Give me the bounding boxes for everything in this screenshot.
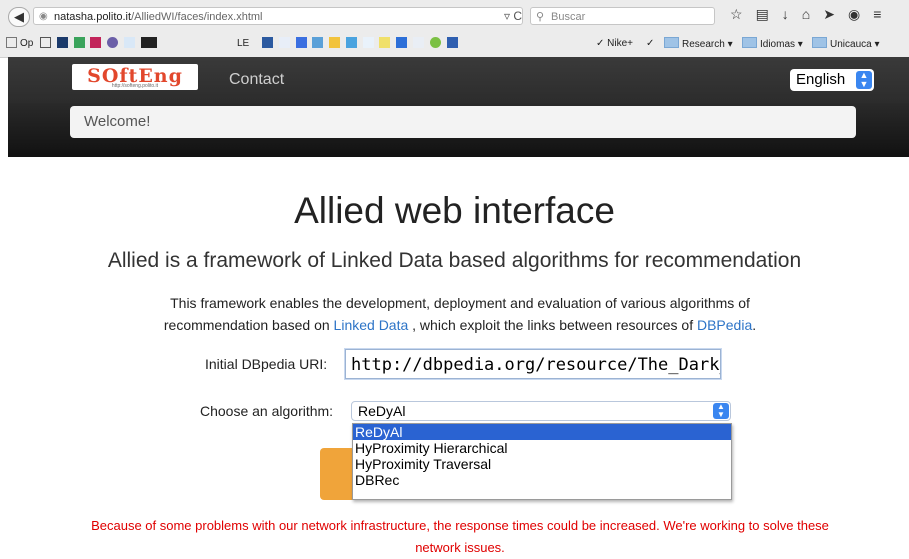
algorithm-option[interactable]: DBRec (353, 472, 731, 488)
language-value: English (796, 71, 846, 88)
welcome-bar: Welcome! (8, 103, 909, 157)
bookmark-icon[interactable] (56, 37, 68, 48)
bookmark-nike-2[interactable]: ✓ (646, 37, 654, 51)
folder-icon (664, 37, 679, 48)
welcome-message: Welcome! (70, 106, 856, 138)
algorithm-option[interactable]: HyProximity Traversal (353, 456, 731, 472)
linked-data-link[interactable]: Linked Data (334, 317, 409, 333)
send-icon[interactable]: ➤ (823, 6, 848, 22)
bookmark-icons-row-2 (262, 37, 461, 51)
language-select[interactable]: English ▲ ▼ (790, 69, 874, 91)
url-host: natasha.polito.it (54, 11, 132, 23)
bookmark-label: Research ▾ (682, 39, 733, 50)
search-icon: ⚲ (536, 11, 545, 23)
browser-toolbar-icons: ☆▤↓⌂➤◉≡ (730, 6, 894, 23)
bookmark-icon[interactable] (278, 37, 290, 48)
bookmark-folder-idiomas[interactable]: Idiomas ▾ (742, 37, 803, 51)
download-icon[interactable]: ↓ (782, 6, 802, 22)
bookmark-icon[interactable] (312, 37, 324, 48)
bookmark-nike[interactable]: ✓ Nike+ (596, 37, 633, 51)
chevron-updown-icon: ▲ ▼ (856, 71, 872, 89)
top-navbar: SOftEng http://softeng.polito.it Contact… (8, 57, 909, 103)
page-icon (6, 37, 17, 48)
bookmark-le[interactable]: LE (237, 37, 249, 51)
bookmarks-bar: Op LE ✓ Nike+ ✓ Research ▾ Idiomas ▾ Uni… (0, 30, 909, 58)
bookmark-icon[interactable] (329, 37, 341, 48)
desc-text: . (752, 317, 757, 333)
softeng-logo[interactable]: SOftEng http://softeng.polito.it (72, 64, 198, 90)
algorithm-selected-value: ReDyAl (358, 403, 406, 419)
bookmark-icon[interactable] (107, 37, 119, 48)
back-button[interactable]: ◀ (8, 7, 30, 27)
algorithm-dropdown-list: ReDyAl HyProximity Hierarchical HyProxim… (352, 423, 732, 500)
bookmark-label: Nike+ (607, 38, 634, 49)
menu-icon[interactable]: ≡ (873, 6, 894, 22)
chevron-updown-icon: ▲ ▼ (713, 403, 729, 419)
bookmark-label: Op (20, 38, 34, 49)
bookmark-icon[interactable] (262, 37, 273, 48)
browser-toolbar: ◀ ◉ natasha.polito.it/AlliedWI/faces/ind… (0, 0, 909, 30)
bookmark-icon[interactable] (123, 37, 135, 48)
algorithm-label: Choose an algorithm: (200, 403, 334, 419)
bookmark-icon[interactable] (90, 37, 102, 48)
bookmark-label: Idiomas ▾ (760, 39, 803, 50)
bbc-icon[interactable] (140, 37, 157, 48)
description: This framework enables the development, … (120, 292, 800, 336)
folder-icon (812, 37, 827, 48)
browser-search-placeholder: Buscar (551, 11, 586, 23)
home-icon[interactable]: ⌂ (802, 6, 823, 22)
bookmark-icon[interactable] (413, 37, 425, 48)
submit-button[interactable] (320, 448, 354, 500)
bookmark-icon[interactable] (396, 37, 408, 48)
chat-icon[interactable]: ◉ (848, 6, 873, 22)
bookmark-icon[interactable] (362, 37, 374, 48)
bookmark-op[interactable]: Op (6, 37, 33, 51)
nav-contact-link[interactable]: Contact (229, 71, 284, 89)
page-subtitle: Allied is a framework of Linked Data bas… (107, 249, 802, 272)
globe-icon: ◉ (39, 11, 48, 22)
reading-list-icon[interactable]: ▤ (756, 6, 782, 22)
reload-icon[interactable]: ▿ C (504, 7, 522, 25)
algorithm-option[interactable]: HyProximity Hierarchical (353, 440, 731, 456)
bookmark-icon[interactable] (345, 37, 357, 48)
bookmark-folder-research[interactable]: Research ▾ (664, 37, 733, 51)
nike-icon: ✓ (596, 38, 605, 49)
page-title: Allied web interface (294, 190, 615, 231)
network-warning: Because of some problems with our networ… (91, 518, 829, 555)
bookmark-icon[interactable] (446, 37, 458, 48)
bookmark-icon[interactable] (73, 37, 85, 48)
bookmark-folder-unicauca[interactable]: Unicauca ▾ (812, 37, 880, 51)
url-path: /AlliedWI/faces/index.xhtml (131, 11, 263, 23)
bookmark-icon[interactable] (429, 37, 441, 48)
bookmark-label: LE (237, 38, 250, 49)
nike-icon: ✓ (646, 38, 655, 49)
bookmark-icons-row (40, 37, 160, 51)
algorithm-option[interactable]: ReDyAl (353, 424, 731, 440)
star-icon[interactable]: ☆ (730, 6, 756, 22)
desc-text: , which exploit the links between resour… (408, 317, 697, 333)
bookmark-icon[interactable] (295, 37, 307, 48)
uri-label: Initial DBpedia URI: (205, 356, 328, 372)
bookmark-icon[interactable] (40, 37, 51, 48)
address-bar[interactable]: ◉ natasha.polito.it/AlliedWI/faces/index… (33, 7, 523, 25)
bookmark-label: Unicauca ▾ (830, 39, 880, 50)
browser-search-input[interactable]: ⚲ Buscar (530, 7, 715, 25)
bookmark-icon[interactable] (379, 37, 391, 48)
algorithm-select[interactable]: ReDyAl ▲ ▼ (351, 401, 731, 421)
folder-icon (742, 37, 757, 48)
dbpedia-link[interactable]: DBPedia (697, 317, 752, 333)
logo-url: http://softeng.polito.it (111, 83, 159, 89)
dbpedia-uri-input[interactable]: http://dbpedia.org/resource/The_Dark_Kni… (345, 349, 721, 379)
